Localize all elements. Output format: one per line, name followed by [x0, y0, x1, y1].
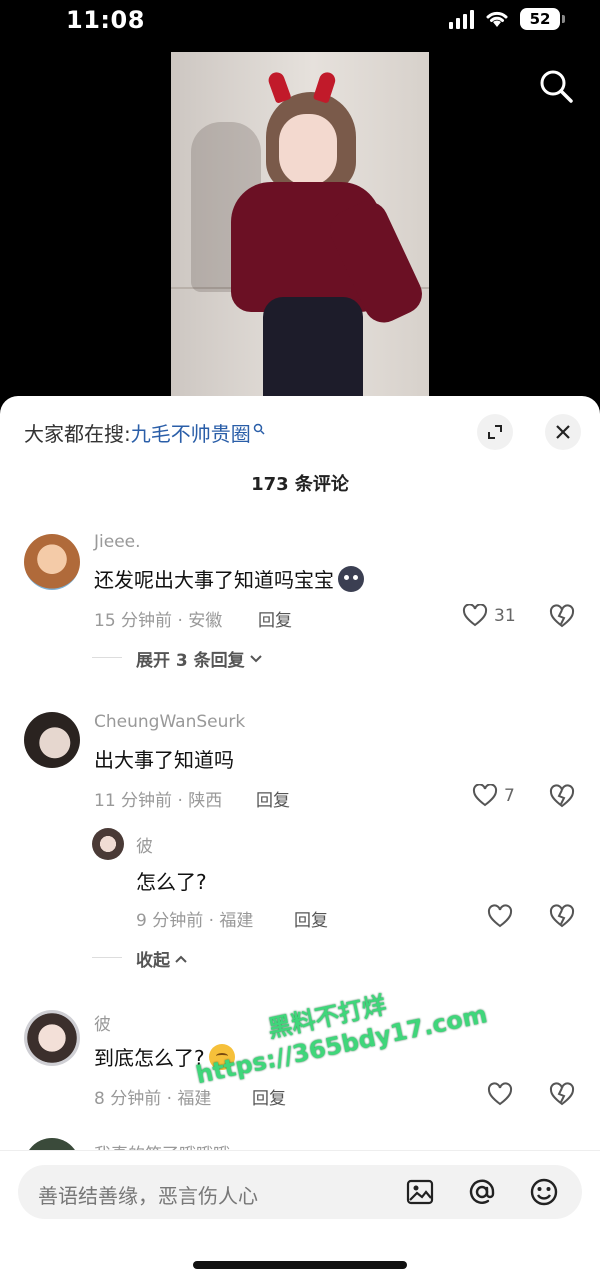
battery-icon: 52	[520, 8, 565, 30]
expand-icon	[488, 425, 502, 439]
status-bar: 11:08 52	[0, 0, 600, 44]
status-time: 11:08	[66, 6, 145, 34]
broken-heart-icon[interactable]	[549, 604, 575, 630]
broken-heart-icon[interactable]	[549, 784, 575, 810]
trending-search[interactable]: 大家都在搜: 九毛不帅贵圈	[24, 418, 265, 447]
dark-face-emoji-icon	[338, 565, 364, 592]
status-icons: 52	[449, 8, 565, 30]
reply-username[interactable]: 彼	[136, 832, 153, 857]
trending-prefix: 大家都在搜:	[24, 422, 131, 446]
comment-meta: 8 分钟前 · 福建	[94, 1089, 212, 1109]
trending-query-link[interactable]: 九毛不帅贵圈	[131, 418, 251, 447]
search-icon[interactable]	[538, 68, 574, 104]
small-search-icon	[253, 423, 265, 435]
thread-divider	[92, 657, 122, 658]
comment-item: Jieee. 还发呢出大事了知道吗宝宝 15 分钟前 · 安徽 回复 31 展开…	[0, 530, 600, 680]
thread-divider	[92, 957, 122, 958]
wifi-icon	[486, 11, 508, 27]
comment-count: 173 条评论	[251, 474, 349, 495]
avatar[interactable]	[24, 534, 80, 590]
video-player[interactable]	[0, 44, 600, 404]
nested-reply-item: 彼 怎么了? 9 分钟前 · 福建 回复 收起	[0, 826, 600, 976]
comment-meta: 15 分钟前 · 安徽	[94, 611, 223, 631]
comment-input-bar: 善语结善缘，恶言伤人心	[0, 1150, 600, 1280]
home-indicator[interactable]	[193, 1261, 407, 1269]
reply-button[interactable]: 回复	[252, 1084, 286, 1109]
emoji-icon[interactable]	[528, 1176, 560, 1208]
collapse-replies-button[interactable]: 收起	[136, 946, 188, 971]
broken-heart-icon[interactable]	[549, 1082, 575, 1108]
like-count: 7	[504, 786, 515, 806]
like-button[interactable]: 7	[472, 784, 515, 808]
avatar[interactable]	[24, 712, 80, 768]
comment-text: 还发呢出大事了知道吗宝宝	[94, 564, 364, 593]
comment-meta: 11 分钟前 · 陕西	[94, 791, 223, 811]
image-icon[interactable]	[404, 1176, 436, 1208]
heart-icon[interactable]	[487, 904, 513, 930]
chevron-up-icon	[175, 955, 187, 963]
comment-username[interactable]: 彼	[94, 1010, 111, 1035]
broken-heart-icon[interactable]	[549, 904, 575, 930]
reply-meta: 9 分钟前 · 福建	[136, 911, 254, 931]
heart-icon[interactable]	[487, 1082, 513, 1108]
expand-button[interactable]	[477, 414, 513, 450]
comment-text: 出大事了知道吗	[94, 748, 234, 772]
reply-button[interactable]: 回复	[294, 906, 328, 931]
reply-button[interactable]: 回复	[258, 606, 292, 631]
close-icon	[556, 425, 570, 439]
chevron-down-icon	[249, 654, 262, 662]
comment-item: CheungWanSeurk 出大事了知道吗 11 分钟前 · 陕西 回复 7	[0, 710, 600, 811]
comment-input[interactable]: 善语结善缘，恶言伤人心	[18, 1165, 582, 1219]
comment-username[interactable]: Jieee.	[94, 532, 141, 552]
comment-username[interactable]: CheungWanSeurk	[94, 712, 245, 732]
heart-icon	[472, 784, 498, 807]
avatar[interactable]	[92, 828, 124, 860]
video-frame[interactable]	[171, 52, 429, 404]
input-placeholder: 善语结善缘，恶言伤人心	[38, 1184, 258, 1208]
heart-icon	[462, 604, 488, 627]
close-button[interactable]	[545, 414, 581, 450]
expand-replies-button[interactable]: 展开 3 条回复	[136, 646, 263, 671]
avatar[interactable]	[24, 1010, 80, 1066]
reply-text: 怎么了?	[136, 870, 207, 894]
like-count: 31	[494, 606, 516, 626]
comment-sheet: 大家都在搜: 九毛不帅贵圈 173 条评论 Jieee. 还发呢出大事了知道吗宝…	[0, 396, 600, 1280]
at-icon[interactable]	[466, 1176, 498, 1208]
reply-button[interactable]: 回复	[256, 786, 290, 811]
like-button[interactable]: 31	[462, 604, 516, 628]
signal-icon	[449, 9, 474, 29]
